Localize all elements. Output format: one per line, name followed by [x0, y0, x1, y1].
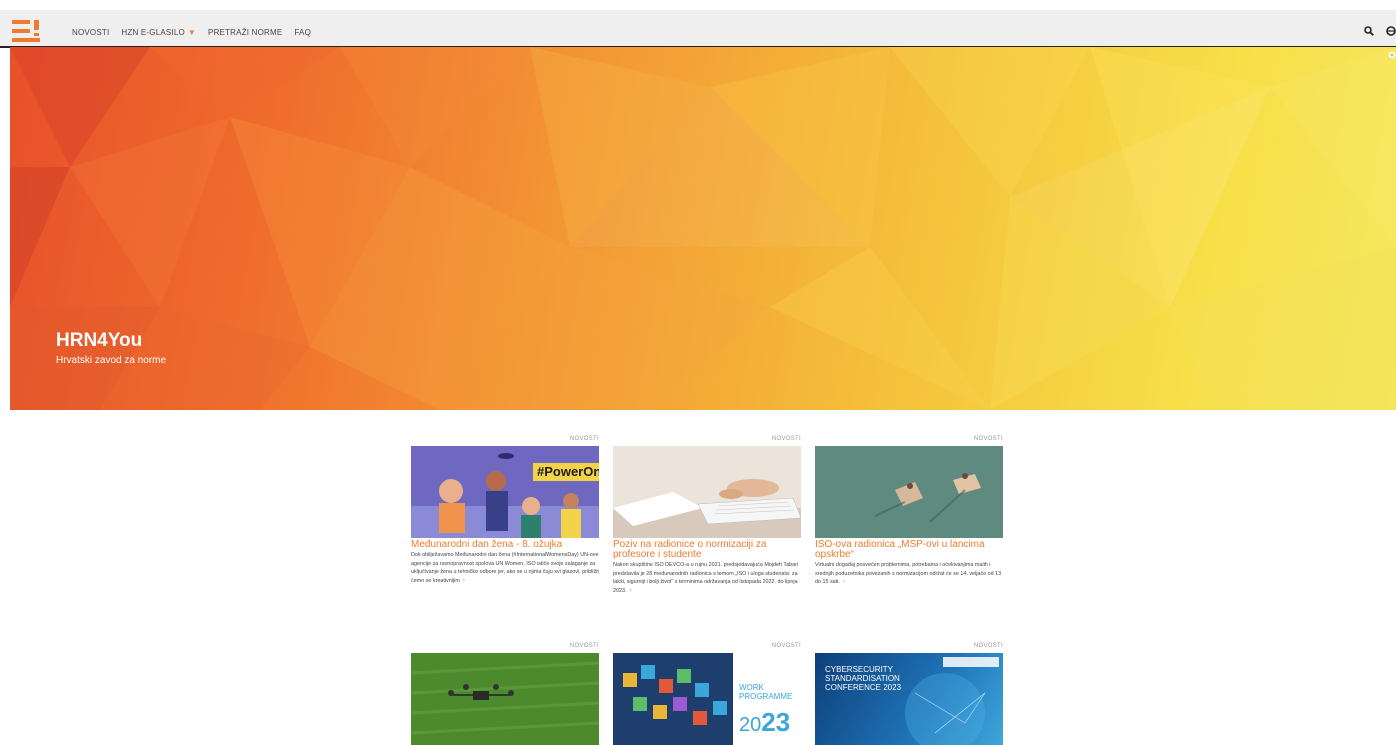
toolbar [1364, 26, 1396, 36]
search-icon[interactable] [1364, 26, 1374, 36]
card-image[interactable] [815, 446, 1003, 538]
news-card[interactable]: NOVOSTI [411, 643, 599, 745]
card-image-caption: #PowerOn [533, 463, 599, 481]
caret-down-icon: ▼ [187, 28, 197, 37]
card-excerpt-text: Dok obilježavamo Međunarodni dan žena (#… [411, 552, 599, 584]
card-excerpt: Nakon skupštine ISO DEVCO-a u rujnu 2021… [613, 561, 801, 595]
read-more-arrow-icon[interactable]: › [843, 579, 845, 585]
conference-line-1: CYBERSECURITY [825, 665, 894, 674]
card-title[interactable]: Poziv na radionice o normizaciji za prof… [613, 540, 801, 560]
card-excerpt-text: Nakon skupštine ISO DEVCO-a u rujnu 2021… [613, 562, 799, 594]
card-image[interactable] [613, 446, 801, 538]
work-programme-line-2: PROGRAMME [739, 692, 793, 701]
expand-icon[interactable] [1388, 51, 1396, 59]
card-category-tag[interactable]: NOVOSTI [815, 436, 1003, 442]
card-image[interactable]: WORK PROGRAMME 2023 [613, 653, 801, 745]
news-card[interactable]: NOVOSTI ISO-ova radionica „MSP-ovi u lan… [815, 436, 1003, 587]
hero-subtitle: Hrvatski zavod za norme [56, 355, 167, 366]
nav-item-hzn-e-glasilo-label: HZN E-GLASILO [121, 28, 185, 37]
top-navigation-bar: NOVOSTI HZN E-GLASILO ▼ PRETRAŽI NORME FA… [0, 10, 1396, 48]
keyboard-photo [613, 446, 801, 538]
nav-item-pretrazi-norme[interactable]: PRETRAŽI NORME [208, 28, 282, 37]
nav-item-novosti[interactable]: NOVOSTI [72, 28, 109, 37]
e-logo-icon[interactable] [12, 20, 40, 42]
card-title[interactable]: Međunarodni dan žena - 8. ožujka [411, 540, 599, 550]
conference-title: CYBERSECURITY STANDARDISATION CONFERENCE… [825, 665, 901, 692]
globe-icon[interactable] [1386, 26, 1396, 36]
packages-photo [815, 446, 1003, 538]
card-category-tag[interactable]: NOVOSTI [613, 643, 801, 649]
nav-item-hzn-e-glasilo[interactable]: HZN E-GLASILO ▼ [121, 28, 196, 37]
card-category-tag[interactable]: NOVOSTI [815, 643, 1003, 649]
work-programme-label: WORK PROGRAMME [739, 683, 792, 701]
read-more-arrow-icon[interactable]: › [463, 578, 465, 584]
drone-field-photo [411, 653, 599, 745]
card-title[interactable]: ISO-ova radionica „MSP-ovi u lancima ops… [815, 540, 1003, 560]
news-card[interactable]: NOVOSTI CYBERSECURITY STANDARDISATION CO… [815, 643, 1003, 745]
card-image[interactable]: CYBERSECURITY STANDARDISATION CONFERENCE… [815, 653, 1003, 745]
card-category-tag[interactable]: NOVOSTI [411, 643, 599, 649]
card-category-tag[interactable]: NOVOSTI [613, 436, 801, 442]
card-image[interactable]: #PowerOn [411, 446, 599, 538]
conference-line-2: STANDARDISATION [825, 674, 900, 683]
hero-banner: HRN4You Hrvatski zavod za norme [10, 47, 1396, 410]
work-programme-year-a: 20 [739, 714, 762, 736]
people-illustration [411, 446, 599, 538]
conference-line-3: CONFERENCE 2023 [825, 683, 902, 692]
card-excerpt: Dok obilježavamo Međunarodni dan žena (#… [411, 551, 599, 585]
card-category-tag[interactable]: NOVOSTI [411, 436, 599, 442]
news-card[interactable]: NOVOSTI WORK PROGRAMME 2023 [613, 643, 801, 745]
work-programme-year-b: 23 [761, 707, 791, 737]
news-card[interactable]: NOVOSTI Poziv na radionice o normizaciji… [613, 436, 801, 595]
nav-item-faq[interactable]: FAQ [294, 28, 311, 37]
work-programme-line-1: WORK [739, 683, 764, 692]
hero-title: HRN4You [56, 330, 143, 351]
news-card[interactable]: NOVOSTI #PowerOn Međunarodni dan žena - … [411, 436, 599, 585]
read-more-arrow-icon[interactable]: › [630, 588, 632, 594]
main-menu: NOVOSTI HZN E-GLASILO ▼ PRETRAŽI NORME FA… [72, 28, 311, 37]
card-image[interactable] [411, 653, 599, 745]
card-excerpt: Virtualni događaj posvećen problemima, p… [815, 561, 1003, 587]
polygon-background [10, 47, 1396, 410]
